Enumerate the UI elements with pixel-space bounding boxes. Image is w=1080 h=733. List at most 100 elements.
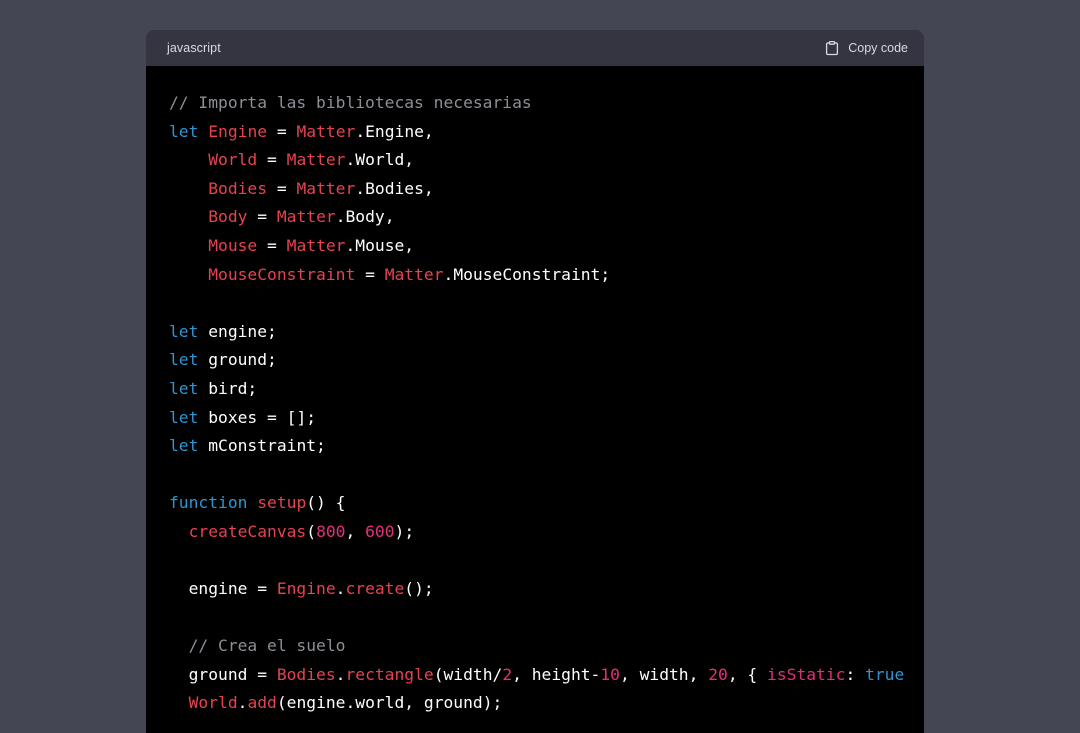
code-token: [169, 236, 208, 255]
code-token: let: [169, 322, 198, 341]
code-token: boxes = [];: [198, 408, 316, 427]
code-token: .: [336, 665, 346, 684]
code-token: .Engine,: [355, 122, 433, 141]
code-token: .MouseConstraint;: [444, 265, 611, 284]
code-token: , width,: [620, 665, 708, 684]
code-token: =: [267, 179, 296, 198]
code-token: Body: [208, 207, 247, 226]
code-token: =: [355, 265, 384, 284]
code-token: 2: [502, 665, 512, 684]
code-token: Bodies: [277, 665, 336, 684]
code-line: Bodies = Matter.Bodies,: [169, 175, 924, 204]
code-token: let: [169, 379, 198, 398]
code-token: Mouse: [208, 236, 257, 255]
code-token: // Importa las bibliotecas necesarias: [169, 93, 532, 112]
code-line: let mConstraint;: [169, 432, 924, 461]
code-token: let: [169, 122, 198, 141]
chat-background: { "page": { "background": "#444654" }, "…: [0, 0, 1080, 733]
code-token: [169, 693, 189, 712]
code-token: isStatic: [767, 665, 845, 684]
code-token: (width/: [434, 665, 503, 684]
code-token: 600: [365, 522, 394, 541]
code-line: ground = Bodies.rectangle(width/2, heigh…: [169, 661, 924, 690]
code-line: let engine;: [169, 318, 924, 347]
code-token: [198, 122, 208, 141]
code-line: MouseConstraint = Matter.MouseConstraint…: [169, 261, 924, 290]
code-token: [169, 207, 208, 226]
code-line: [169, 461, 924, 490]
language-label: javascript: [167, 41, 221, 55]
code-line: createCanvas(800, 600);: [169, 518, 924, 547]
code-line: let boxes = [];: [169, 404, 924, 433]
code-token: Matter: [296, 122, 355, 141]
code-token: [169, 150, 208, 169]
code-token: , {: [728, 665, 767, 684]
code-token: [169, 179, 208, 198]
code-token: [169, 265, 208, 284]
code-token: Matter: [277, 207, 336, 226]
code-token: Matter: [385, 265, 444, 284]
code-token: .: [336, 579, 346, 598]
code-token: mConstraint;: [198, 436, 325, 455]
code-token: =: [257, 150, 286, 169]
code-token: .World,: [345, 150, 414, 169]
code-token: Matter: [287, 150, 346, 169]
clipboard-icon: [824, 40, 840, 56]
code-line: // Importa las bibliotecas necesarias: [169, 89, 924, 118]
code-token: (: [306, 522, 316, 541]
code-token: bird;: [198, 379, 257, 398]
code-line: World.add(engine.world, ground);: [169, 689, 924, 718]
code-token: .Body,: [336, 207, 395, 226]
copy-code-label: Copy code: [848, 41, 908, 55]
code-line: [169, 289, 924, 318]
code-token: :: [845, 665, 865, 684]
code-line: let ground;: [169, 346, 924, 375]
code-line: let Engine = Matter.Engine,: [169, 118, 924, 147]
code-token: ,: [345, 522, 365, 541]
code-token: add: [247, 693, 276, 712]
code-line: function setup() {: [169, 489, 924, 518]
code-line: World = Matter.World,: [169, 146, 924, 175]
code-token: setup: [257, 493, 306, 512]
code-token: createCanvas: [189, 522, 307, 541]
code-token: Engine: [277, 579, 336, 598]
code-token: let: [169, 350, 198, 369]
code-token: .Mouse,: [345, 236, 414, 255]
code-token: =: [267, 122, 296, 141]
code-token: MouseConstraint: [208, 265, 355, 284]
code-token: 20: [708, 665, 728, 684]
code-line: [169, 547, 924, 576]
code-content: // Importa las bibliotecas necesarias let…: [146, 66, 924, 733]
code-token: true: [865, 665, 904, 684]
code-token: 10: [600, 665, 620, 684]
code-token: () {: [306, 493, 345, 512]
code-line: engine = Engine.create();: [169, 575, 924, 604]
copy-code-button[interactable]: Copy code: [824, 40, 908, 56]
code-token: Engine: [208, 122, 267, 141]
code-token: rectangle: [345, 665, 433, 684]
code-token: ground =: [169, 665, 277, 684]
code-token: );: [395, 522, 415, 541]
code-block-header: javascript Copy code: [146, 30, 924, 66]
code-token: World: [189, 693, 238, 712]
code-token: // Crea el suelo: [189, 636, 346, 655]
code-token: =: [247, 207, 276, 226]
code-token: Matter: [287, 236, 346, 255]
code-line: // Crea el suelo: [169, 632, 924, 661]
code-token: , height-: [512, 665, 600, 684]
code-token: create: [345, 579, 404, 598]
code-token: [247, 493, 257, 512]
code-token: World: [208, 150, 257, 169]
code-line: [169, 604, 924, 633]
code-token: let: [169, 436, 198, 455]
code-token: 800: [316, 522, 345, 541]
code-token: ground;: [198, 350, 276, 369]
code-token: engine;: [198, 322, 276, 341]
code-token: let: [169, 408, 198, 427]
code-token: .: [238, 693, 248, 712]
code-line: Body = Matter.Body,: [169, 203, 924, 232]
code-line: Mouse = Matter.Mouse,: [169, 232, 924, 261]
code-token: function: [169, 493, 247, 512]
code-token: =: [257, 236, 286, 255]
code-token: engine =: [169, 579, 277, 598]
